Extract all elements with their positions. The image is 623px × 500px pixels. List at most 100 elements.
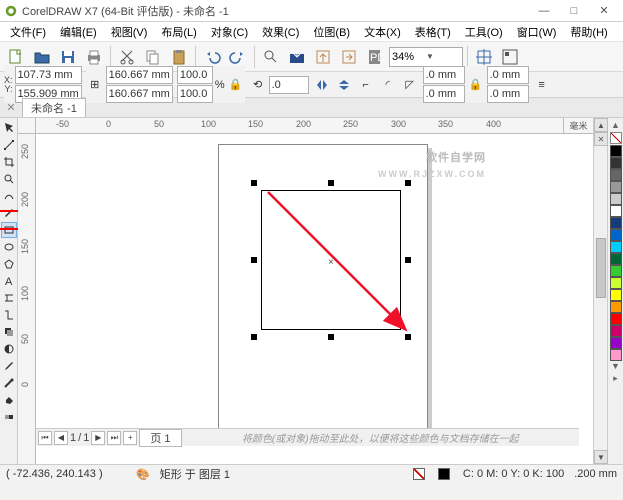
close-button[interactable]: ✕	[589, 1, 619, 21]
color-swatch[interactable]	[610, 181, 622, 193]
pos-x-field[interactable]: 107.73 mm	[15, 66, 82, 84]
menu-edit[interactable]: 编辑(E)	[54, 23, 103, 41]
artistic-media-tool[interactable]	[1, 205, 17, 221]
zoom-tool[interactable]	[1, 171, 17, 187]
rotation-field[interactable]: .0	[269, 76, 309, 94]
edit-colors-icon[interactable]: 🎨	[136, 468, 150, 481]
handle-n[interactable]	[328, 180, 334, 186]
scroll-thumb[interactable]	[596, 238, 606, 298]
page-last-button[interactable]: ⏭	[107, 431, 121, 445]
scroll-down-button[interactable]: ▼	[594, 450, 608, 464]
doc-tab[interactable]: 未命名 -1	[22, 98, 86, 117]
mirror-v-icon[interactable]	[335, 76, 353, 94]
height-field[interactable]: 160.667 mm	[106, 85, 173, 103]
no-color-swatch[interactable]	[610, 132, 622, 144]
handle-w[interactable]	[251, 257, 257, 263]
color-swatch[interactable]	[610, 289, 622, 301]
color-swatch[interactable]	[610, 169, 622, 181]
color-swatch[interactable]	[610, 229, 622, 241]
export2-button[interactable]	[337, 45, 361, 69]
cut-button[interactable]	[115, 45, 139, 69]
color-swatch[interactable]	[610, 241, 622, 253]
scroll-up-button[interactable]: ▲	[594, 118, 608, 132]
options-button[interactable]	[498, 45, 522, 69]
menu-help[interactable]: 帮助(H)	[564, 23, 613, 41]
connector-tool[interactable]	[1, 307, 17, 323]
page-next-button[interactable]: ▶	[91, 431, 105, 445]
ruler-vertical[interactable]: 250 200 150 100 50 0	[18, 134, 36, 464]
rectangle-tool[interactable]	[1, 222, 17, 238]
page-prev-button[interactable]: ◀	[54, 431, 68, 445]
ellipse-tool[interactable]	[1, 239, 17, 255]
freehand-tool[interactable]	[1, 188, 17, 204]
ruler-horizontal[interactable]: -50 0 50 100 150 200 250 300 350 400	[36, 118, 579, 134]
close-panel-icon[interactable]: ✕	[594, 132, 608, 146]
publish-pdf-button[interactable]: PDF	[363, 45, 387, 69]
color-swatch[interactable]	[610, 337, 622, 349]
mirror-h-icon[interactable]	[313, 76, 331, 94]
color-swatch[interactable]	[610, 193, 622, 205]
color-swatch[interactable]	[610, 217, 622, 229]
handle-s[interactable]	[328, 334, 334, 340]
palette-down-icon[interactable]: ▼	[611, 361, 620, 373]
handle-ne[interactable]	[405, 180, 411, 186]
handle-sw[interactable]	[251, 334, 257, 340]
handle-nw[interactable]	[251, 180, 257, 186]
menu-layout[interactable]: 布局(L)	[155, 23, 202, 41]
page-first-button[interactable]: ⏮	[38, 431, 52, 445]
maximize-button[interactable]: □	[559, 1, 589, 21]
new-button[interactable]	[4, 45, 28, 69]
corner1-field[interactable]: .0 mm	[423, 66, 465, 84]
menu-tools[interactable]: 工具(O)	[459, 23, 509, 41]
lock-ratio-icon[interactable]: 🔒	[227, 76, 245, 94]
minimize-button[interactable]: —	[529, 1, 559, 21]
eyedropper-tool[interactable]	[1, 358, 17, 374]
outline-tool[interactable]	[1, 375, 17, 391]
export-button[interactable]	[311, 45, 335, 69]
wrap-text-icon[interactable]: ≡	[533, 76, 551, 94]
color-swatch[interactable]	[610, 349, 622, 361]
pick-tool[interactable]	[1, 120, 17, 136]
zoom-combo[interactable]: 34%▼	[389, 47, 463, 67]
menu-table[interactable]: 表格(T)	[409, 23, 457, 41]
crop-tool[interactable]	[1, 154, 17, 170]
drop-shadow-tool[interactable]	[1, 324, 17, 340]
fill-tool[interactable]	[1, 392, 17, 408]
color-swatch[interactable]	[610, 313, 622, 325]
search-button[interactable]	[259, 45, 283, 69]
page-tab[interactable]: 页 1	[139, 429, 181, 447]
menu-text[interactable]: 文本(X)	[358, 23, 407, 41]
corner-lock-icon[interactable]: 🔒	[467, 76, 485, 94]
color-swatch[interactable]	[610, 253, 622, 265]
undo-button[interactable]	[200, 45, 224, 69]
scale-y-field[interactable]: 100.0	[177, 85, 213, 103]
copy-button[interactable]	[141, 45, 165, 69]
snap-button[interactable]	[472, 45, 496, 69]
ruler-corner[interactable]	[18, 118, 36, 134]
selection[interactable]: ×	[251, 180, 411, 340]
color-swatch[interactable]	[610, 301, 622, 313]
scale-x-field[interactable]: 100.0	[177, 66, 213, 84]
parallel-dim-tool[interactable]	[1, 290, 17, 306]
corner3-field[interactable]: .0 mm	[487, 66, 529, 84]
color-swatch[interactable]	[610, 277, 622, 289]
text-tool[interactable]: A	[1, 273, 17, 289]
paste-button[interactable]	[167, 45, 191, 69]
color-swatch[interactable]	[610, 205, 622, 217]
canvas-area[interactable]: -50 0 50 100 150 200 250 300 350 400 毫米 …	[18, 118, 593, 464]
corner-icon[interactable]: ⌐	[357, 76, 375, 94]
menu-file[interactable]: 文件(F)	[4, 23, 52, 41]
handle-e[interactable]	[405, 257, 411, 263]
welcome-close-icon[interactable]: ✕	[4, 101, 18, 115]
save-button[interactable]	[56, 45, 80, 69]
import-button[interactable]	[285, 45, 309, 69]
menu-object[interactable]: 对象(C)	[205, 23, 254, 41]
menu-bitmap[interactable]: 位图(B)	[307, 23, 356, 41]
interactive-fill-tool[interactable]	[1, 409, 17, 425]
page-add-button[interactable]: +	[123, 431, 137, 445]
corner4-field[interactable]: .0 mm	[487, 85, 529, 103]
color-swatch[interactable]	[610, 145, 622, 157]
width-field[interactable]: 160.667 mm	[106, 66, 173, 84]
vertical-scrollbar[interactable]: ▲ ✕ ▼	[593, 118, 607, 464]
polygon-tool[interactable]	[1, 256, 17, 272]
